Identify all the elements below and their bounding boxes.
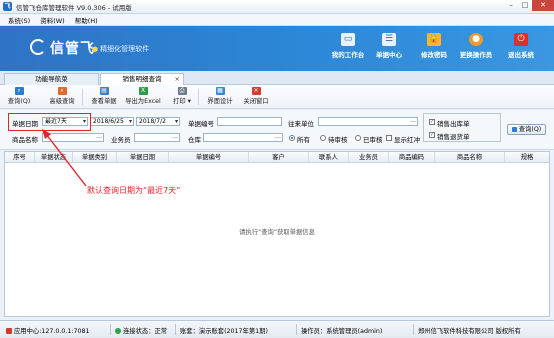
radio-approved[interactable]: [355, 135, 361, 141]
nav-document-center[interactable]: ☰ 单据中心: [369, 30, 409, 68]
export-excel-button[interactable]: X 导出为Excel: [124, 87, 162, 107]
toolbar-separator: [82, 89, 83, 105]
app-center-icon: [6, 328, 12, 334]
window-title: 信管飞仓库管理软件 V9.0.306 - 试用版: [16, 3, 132, 12]
nav-workbench[interactable]: ▭ 我的工作台: [328, 30, 368, 68]
close-window-button[interactable]: ✕ 关闭窗口: [240, 87, 272, 107]
advanced-search-icon: ⌕: [57, 87, 67, 95]
radio-pending-label: 待审核: [328, 136, 348, 144]
lock-icon: 🔒: [427, 33, 441, 46]
column-header[interactable]: 单据编号: [169, 152, 249, 163]
logo-icon: [30, 39, 46, 55]
doc-no-field[interactable]: [217, 117, 282, 126]
product-label: 商品名称: [12, 136, 38, 144]
excel-export-icon: X: [138, 87, 148, 95]
app-center-status: 应用中心:127.0.0.1:7081: [6, 326, 90, 335]
menu-help[interactable]: 帮助(H): [75, 15, 98, 25]
radio-all-label: 所有: [297, 136, 310, 144]
sales-out-checkbox[interactable]: ✓: [429, 119, 435, 125]
column-header[interactable]: 规格: [505, 152, 549, 163]
power-icon: ⏻: [514, 33, 528, 46]
app-icon: 飞: [3, 2, 12, 11]
nav-switch-operator[interactable]: ● 更换操作员: [456, 30, 496, 68]
status-divider: [413, 324, 414, 335]
nav-change-password[interactable]: 🔒 修改密码: [414, 30, 454, 68]
query-submit-button[interactable]: 查询(Q): [507, 124, 546, 135]
logo-text: 信管飞: [50, 41, 95, 57]
show-red-checkbox[interactable]: [386, 135, 392, 141]
query-button[interactable]: ⌕ 查询(Q): [6, 87, 32, 107]
tab-function-menu[interactable]: 功能导航菜: [4, 73, 99, 85]
browse-icon[interactable]: …: [410, 118, 416, 124]
browse-icon[interactable]: …: [172, 134, 178, 140]
browse-icon[interactable]: …: [275, 134, 281, 140]
date-to-field[interactable]: 2018/7/2: [136, 117, 180, 126]
user-icon: ●: [469, 33, 483, 46]
maximize-button[interactable]: □: [518, 0, 532, 11]
staff-label: 业务员: [111, 136, 131, 144]
staff-field[interactable]: …: [134, 133, 180, 142]
advanced-query-button[interactable]: ⌕ 高级查询: [46, 87, 78, 107]
tab-close-icon[interactable]: ×: [175, 74, 180, 85]
slogan: ● 精细化管理软件: [92, 45, 150, 53]
print-icon: ⎙: [177, 87, 187, 95]
annotation-arrow: [42, 129, 87, 187]
check-icon: [115, 328, 121, 334]
warehouse-field[interactable]: …: [203, 133, 283, 142]
radio-approved-label: 已审核: [363, 136, 383, 144]
status-bar: 应用中心:127.0.0.1:7081 连接状态：正常 账套：演示账套(2017…: [0, 320, 554, 338]
menu-data[interactable]: 资料(W): [40, 15, 65, 25]
column-header[interactable]: 商品名称: [435, 152, 505, 163]
tab-bar: 功能导航菜 销售明细查询 ×: [0, 71, 554, 85]
date-from-field[interactable]: 2018/6/25: [90, 117, 134, 126]
partner-label: 往来单位: [288, 120, 314, 128]
header-banner: 信管飞 ● 精细化管理软件 ▭ 我的工作台 ☰ 单据中心 🔒 修改密码 ● 更换操…: [0, 26, 554, 71]
tab-sales-detail[interactable]: 销售明细查询 ×: [100, 73, 184, 85]
sales-out-label: 销售出库单: [437, 120, 470, 128]
search-icon: [511, 126, 517, 132]
column-header[interactable]: 序号: [5, 152, 35, 163]
empty-message: 请执行“查询”获取单据信息: [239, 229, 315, 236]
menu-bar: 系统(S) 资料(W) 帮助(H): [0, 14, 554, 26]
print-button[interactable]: ⎙ 打印 ▾: [170, 87, 194, 107]
close-button[interactable]: ✕: [532, 0, 554, 11]
monitor-icon: ▭: [341, 33, 355, 46]
sales-return-checkbox[interactable]: ✓: [429, 132, 435, 138]
sales-return-label: 销售退货单: [437, 133, 470, 141]
view-document-icon: ▤: [99, 87, 109, 95]
column-header[interactable]: 单据日期: [117, 152, 169, 163]
column-header[interactable]: 业务员: [349, 152, 389, 163]
warehouse-label: 仓库: [188, 136, 201, 144]
layout-design-button[interactable]: ▦ 界面设计: [204, 87, 236, 107]
status-divider: [296, 324, 297, 335]
status-divider: [110, 324, 111, 335]
account-set: 账套：演示账套(2017年第1期): [180, 328, 268, 335]
radio-pending[interactable]: [320, 135, 326, 141]
document-list-icon: ☰: [382, 33, 396, 46]
copyright: 郑州信飞软件科技有限公司 版权所有: [418, 328, 521, 335]
close-window-icon: ✕: [251, 87, 261, 95]
operator-status: 操作员：系统管理员(admin): [301, 328, 383, 335]
column-header[interactable]: 商品编码: [389, 152, 435, 163]
title-bar: 飞 信管飞仓库管理软件 V9.0.306 - 试用版 – □ ✕: [0, 0, 554, 14]
column-header[interactable]: 客户: [249, 152, 309, 163]
doc-no-label: 单据编号: [188, 120, 214, 128]
column-header[interactable]: 联系人: [309, 152, 349, 163]
toolbar-separator: [198, 89, 199, 105]
toolbar: ⌕ 查询(Q) ⌕ 高级查询 ▤ 查看单据 X 导出为Excel ⎙ 打印 ▾ …: [0, 85, 554, 109]
browse-icon[interactable]: …: [96, 134, 102, 140]
layout-design-icon: ▦: [215, 87, 225, 95]
show-red-label: 显示红冲: [394, 136, 420, 144]
annotation-text: 默认查询日期为“最近7天”: [87, 186, 181, 195]
status-divider: [175, 324, 176, 335]
nav-exit-system[interactable]: ⏻ 退出系统: [501, 30, 541, 68]
connection-status: 连接状态：正常: [115, 326, 167, 335]
menu-system[interactable]: 系统(S): [8, 15, 30, 25]
search-icon: ⌕: [14, 87, 24, 95]
view-document-button[interactable]: ▤ 查看单据: [88, 87, 120, 107]
minimize-button[interactable]: –: [504, 0, 518, 11]
radio-all[interactable]: [289, 135, 295, 141]
window-controls: – □ ✕: [504, 0, 554, 11]
partner-field[interactable]: …: [318, 117, 418, 126]
